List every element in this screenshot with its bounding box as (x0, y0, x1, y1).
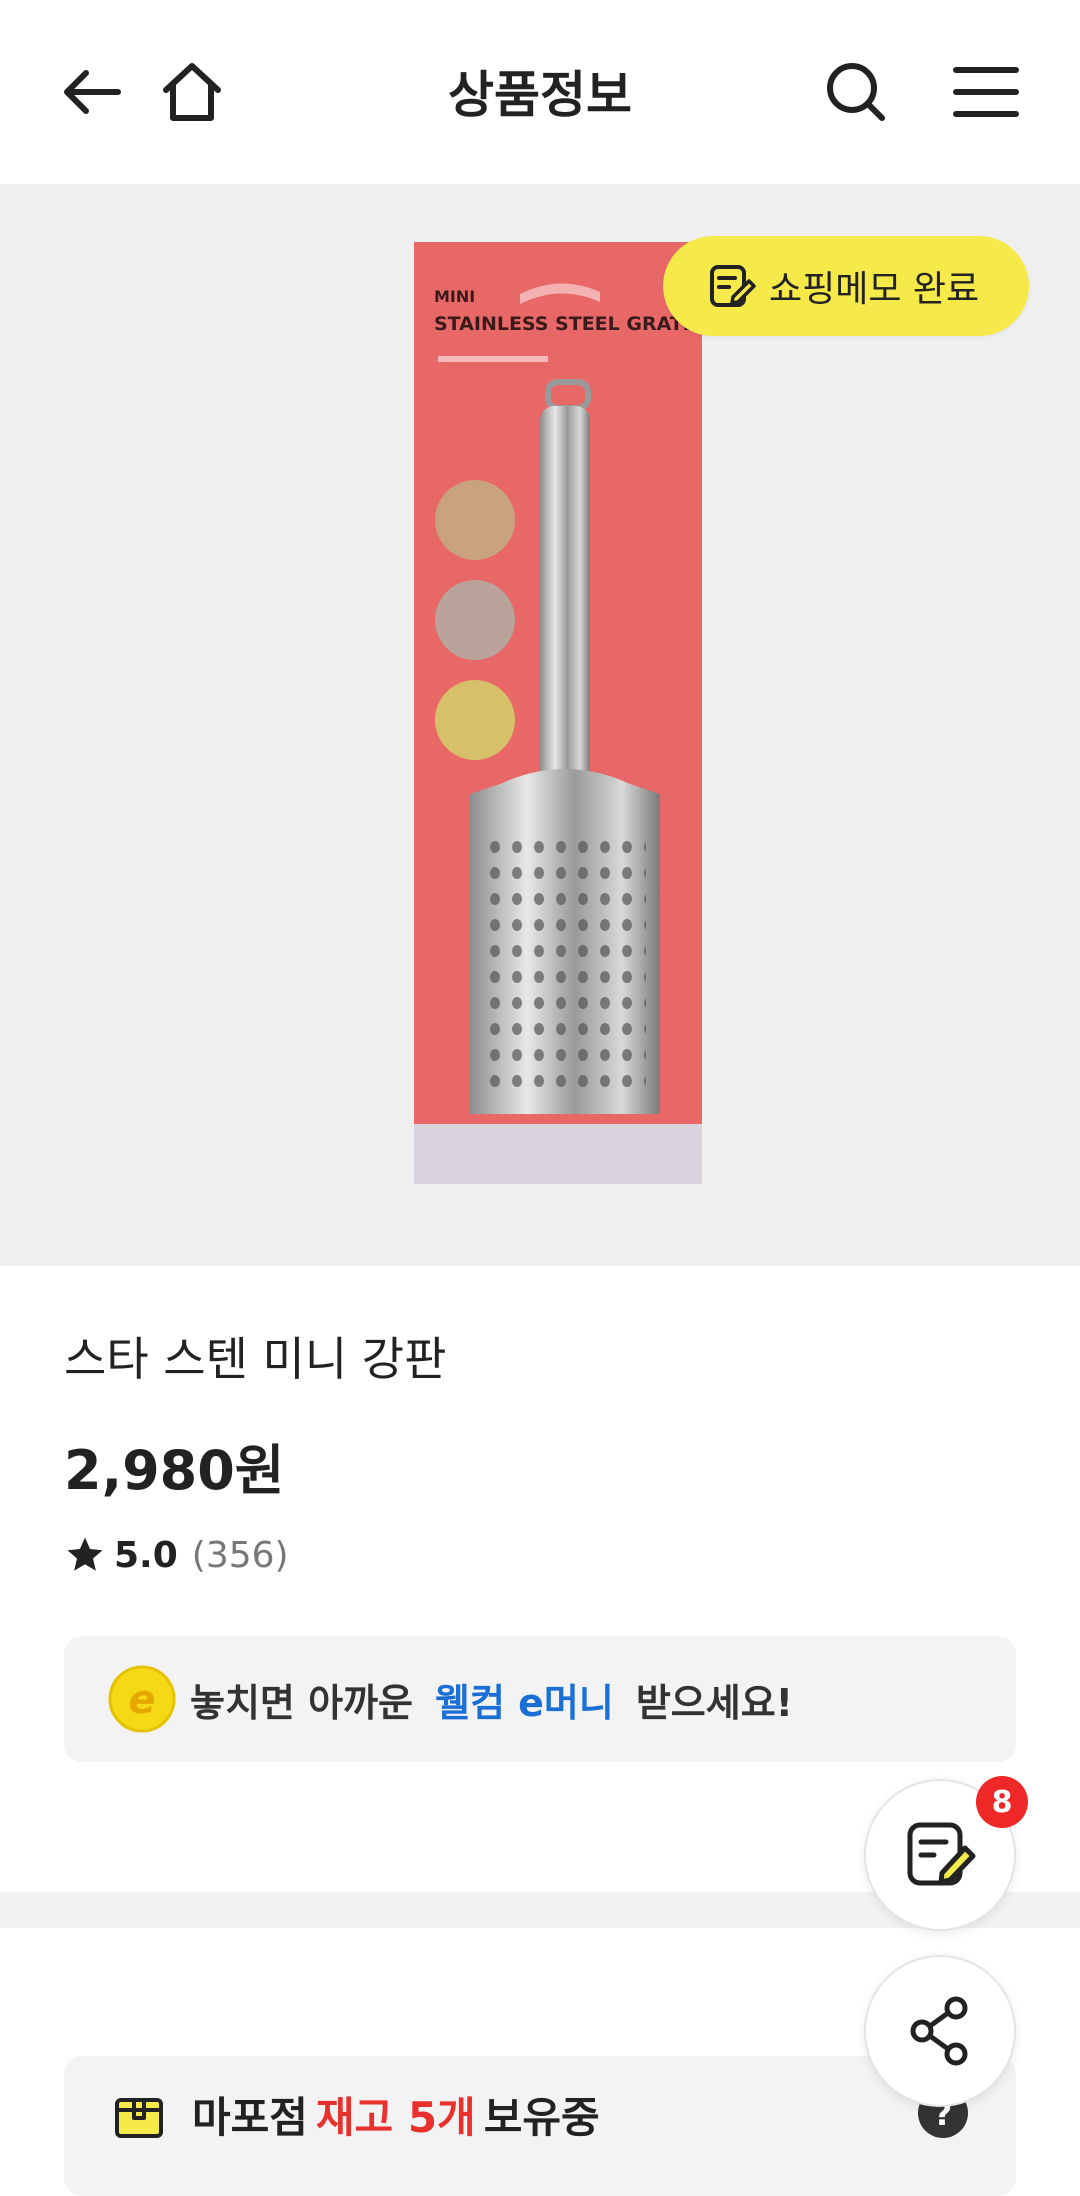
store-name: 마포점 (192, 2093, 308, 2142)
package-text-line1: MINI (434, 287, 475, 306)
search-icon (827, 63, 885, 121)
memo-edit-icon (710, 265, 756, 307)
stock-count: 재고 5개 (315, 2093, 476, 2142)
menu-button[interactable] (940, 46, 1032, 138)
product-price: 2,980원 (64, 1439, 285, 1502)
search-button[interactable] (810, 46, 902, 138)
shopping-memo-icon (907, 1822, 976, 1886)
rating-score: 5.0 (114, 1534, 178, 1576)
package-box-icon (115, 2097, 163, 2138)
welcome-emoney-highlight: 웰컴 e머니 (435, 1680, 614, 1725)
review-count: (356) (191, 1534, 289, 1576)
welcome-text-before: 놓치면 아까운 (190, 1680, 413, 1725)
share-icon (910, 1996, 968, 2066)
stock-status: 보유중 (483, 2093, 600, 2142)
svg-text:e: e (128, 1677, 155, 1723)
welcome-text-after: 받으세요! (635, 1680, 794, 1725)
store-stock-line: 마포점 재고 5개 보유중 (112, 2084, 600, 2145)
star-icon (67, 1537, 103, 1571)
welcome-emoney-banner[interactable]: e 놓치면 아까운 웰컴 e머니 받으세요! (64, 1636, 1016, 1762)
store-stock-box[interactable]: 마포점 재고 5개 보유중 ? (64, 2056, 1016, 2196)
shopping-memo-done-button[interactable]: 쇼핑메모 완료 (663, 236, 1029, 336)
product-image: MINI STAINLESS STEEL GRATER (414, 242, 711, 1184)
floating-share-button[interactable] (864, 1955, 1016, 2107)
top-header: 상품정보 (0, 0, 1080, 184)
rating[interactable]: 5.0 (356) (64, 1534, 289, 1576)
emoney-coin-icon: e (108, 1665, 176, 1733)
product-image-area[interactable]: MINI STAINLESS STEEL GRATER 쇼핑메모 완료 (0, 184, 1080, 1266)
package-text-line2: STAINLESS STEEL GRATER (434, 313, 711, 335)
memo-pill-label: 쇼핑메모 완료 (769, 269, 980, 310)
hamburger-menu-icon (953, 67, 1019, 117)
memo-count-badge: 8 (976, 1776, 1028, 1828)
page-title: 상품정보 (448, 66, 632, 124)
product-name: 스타 스텐 미니 강판 (64, 1332, 447, 1386)
